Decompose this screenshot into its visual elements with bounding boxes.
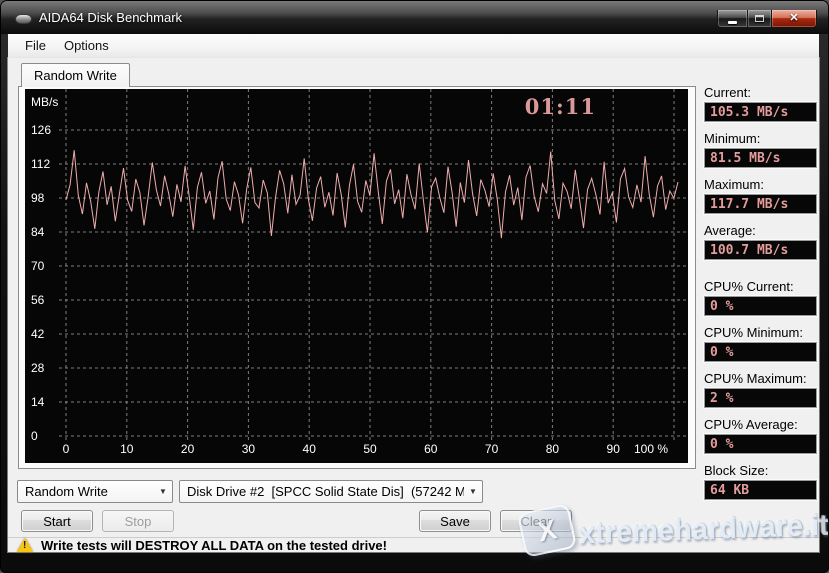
stat-cpu-minimum: CPU% Minimum: 0 %	[704, 324, 817, 362]
stat-label: CPU% Current:	[704, 278, 817, 296]
chart-canvas: MB/s 126 112 98 84 70 56 42 28 14 0 0 10 20 30 40 50 60 70…	[25, 89, 688, 463]
svg-text:30: 30	[242, 442, 256, 456]
elapsed-time: 01:11	[525, 94, 596, 119]
title-bar[interactable]: AIDA64 Disk Benchmark ✕	[1, 1, 828, 34]
tab-random-write[interactable]: Random Write	[21, 63, 130, 87]
svg-text:14: 14	[31, 395, 45, 409]
svg-text:MB/s: MB/s	[31, 95, 58, 109]
drive-select[interactable]: Disk Drive #2 [SPCC Solid State Dis] (57…	[179, 480, 483, 503]
minimize-button[interactable]	[717, 10, 748, 28]
svg-text:56: 56	[31, 293, 45, 307]
svg-text:0: 0	[31, 429, 38, 443]
menu-bar: File Options	[8, 34, 819, 58]
stat-average: Average: 100.7 MB/s	[704, 222, 817, 260]
svg-text:84: 84	[31, 225, 45, 239]
stat-label: Block Size:	[704, 462, 817, 480]
svg-text:40: 40	[303, 442, 317, 456]
menu-options[interactable]: Options	[55, 35, 118, 56]
stat-label: Average:	[704, 222, 817, 240]
svg-text:100 %: 100 %	[634, 442, 668, 456]
stat-maximum: Maximum: 117.7 MB/s	[704, 176, 817, 214]
stat-label: Maximum:	[704, 176, 817, 194]
clear-button[interactable]: Clear	[500, 510, 572, 532]
maximize-icon	[755, 15, 764, 22]
svg-text:50: 50	[363, 442, 377, 456]
warning-icon: !	[17, 538, 33, 552]
maximize-button[interactable]	[748, 10, 771, 28]
drive-select-value: Disk Drive #2 [SPCC Solid State Dis] (57…	[180, 484, 464, 499]
window-controls: ✕	[717, 10, 817, 28]
stat-current: Current: 105.3 MB/s	[704, 84, 817, 122]
stat-label: Minimum:	[704, 130, 817, 148]
benchmark-chart: MB/s 126 112 98 84 70 56 42 28 14 0 0 10 20 30 40 50 60 70…	[25, 89, 688, 463]
svg-text:70: 70	[31, 259, 45, 273]
stat-value: 0 %	[704, 434, 817, 454]
stat-cpu-current: CPU% Current: 0 %	[704, 278, 817, 316]
close-icon: ✕	[789, 13, 798, 24]
stat-value: 0 %	[704, 296, 817, 316]
svg-text:42: 42	[31, 327, 45, 341]
stat-value: 100.7 MB/s	[704, 240, 817, 260]
minimize-icon	[728, 21, 737, 24]
stat-label: CPU% Average:	[704, 416, 817, 434]
svg-text:28: 28	[31, 361, 45, 375]
stat-value: 2 %	[704, 388, 817, 408]
chart-panel: MB/s 126 112 98 84 70 56 42 28 14 0 0 10 20 30 40 50 60 70…	[18, 86, 696, 469]
svg-text:126: 126	[31, 123, 51, 137]
stats-panel: Current: 105.3 MB/s Minimum: 81.5 MB/s M…	[704, 84, 817, 508]
svg-text:90: 90	[607, 442, 621, 456]
stat-cpu-maximum: CPU% Maximum: 2 %	[704, 370, 817, 408]
stat-value: 64 KB	[704, 480, 817, 500]
stat-label: Current:	[704, 84, 817, 102]
chevron-down-icon: ▼	[154, 487, 172, 496]
status-warning-text: Write tests will DESTROY ALL DATA on the…	[41, 538, 387, 553]
svg-text:80: 80	[546, 442, 560, 456]
close-button[interactable]: ✕	[771, 10, 817, 28]
status-bar: ! Write tests will DESTROY ALL DATA on t…	[8, 537, 819, 552]
disk-app-icon	[15, 14, 32, 24]
client-area: Random Write MB/s12611298847056422814001…	[8, 58, 819, 552]
stat-value: 0 %	[704, 342, 817, 362]
stat-cpu-average: CPU% Average: 0 %	[704, 416, 817, 454]
test-type-select[interactable]: Random Write ▼	[17, 480, 173, 503]
stat-label: CPU% Minimum:	[704, 324, 817, 342]
save-button[interactable]: Save	[419, 510, 491, 532]
svg-text:112: 112	[31, 157, 50, 171]
app-window: AIDA64 Disk Benchmark ✕ File Options Ran…	[0, 0, 829, 573]
svg-text:20: 20	[181, 442, 195, 456]
stat-label: CPU% Maximum:	[704, 370, 817, 388]
stat-block-size: Block Size: 64 KB	[704, 462, 817, 500]
chevron-down-icon: ▼	[464, 487, 482, 496]
tab-label: Random Write	[34, 68, 117, 83]
stat-value: 81.5 MB/s	[704, 148, 817, 168]
svg-text:98: 98	[31, 191, 45, 205]
stat-value: 105.3 MB/s	[704, 102, 817, 122]
svg-text:70: 70	[485, 442, 499, 456]
window-title: AIDA64 Disk Benchmark	[39, 10, 182, 25]
test-type-value: Random Write	[18, 484, 154, 499]
warning-exclamation: !	[23, 540, 26, 551]
stat-minimum: Minimum: 81.5 MB/s	[704, 130, 817, 168]
stat-value: 117.7 MB/s	[704, 194, 817, 214]
svg-text:60: 60	[424, 442, 438, 456]
start-button[interactable]: Start	[21, 510, 93, 532]
menu-file[interactable]: File	[16, 35, 55, 56]
svg-text:10: 10	[120, 442, 134, 456]
svg-text:0: 0	[63, 442, 70, 456]
stop-button[interactable]: Stop	[102, 510, 174, 532]
